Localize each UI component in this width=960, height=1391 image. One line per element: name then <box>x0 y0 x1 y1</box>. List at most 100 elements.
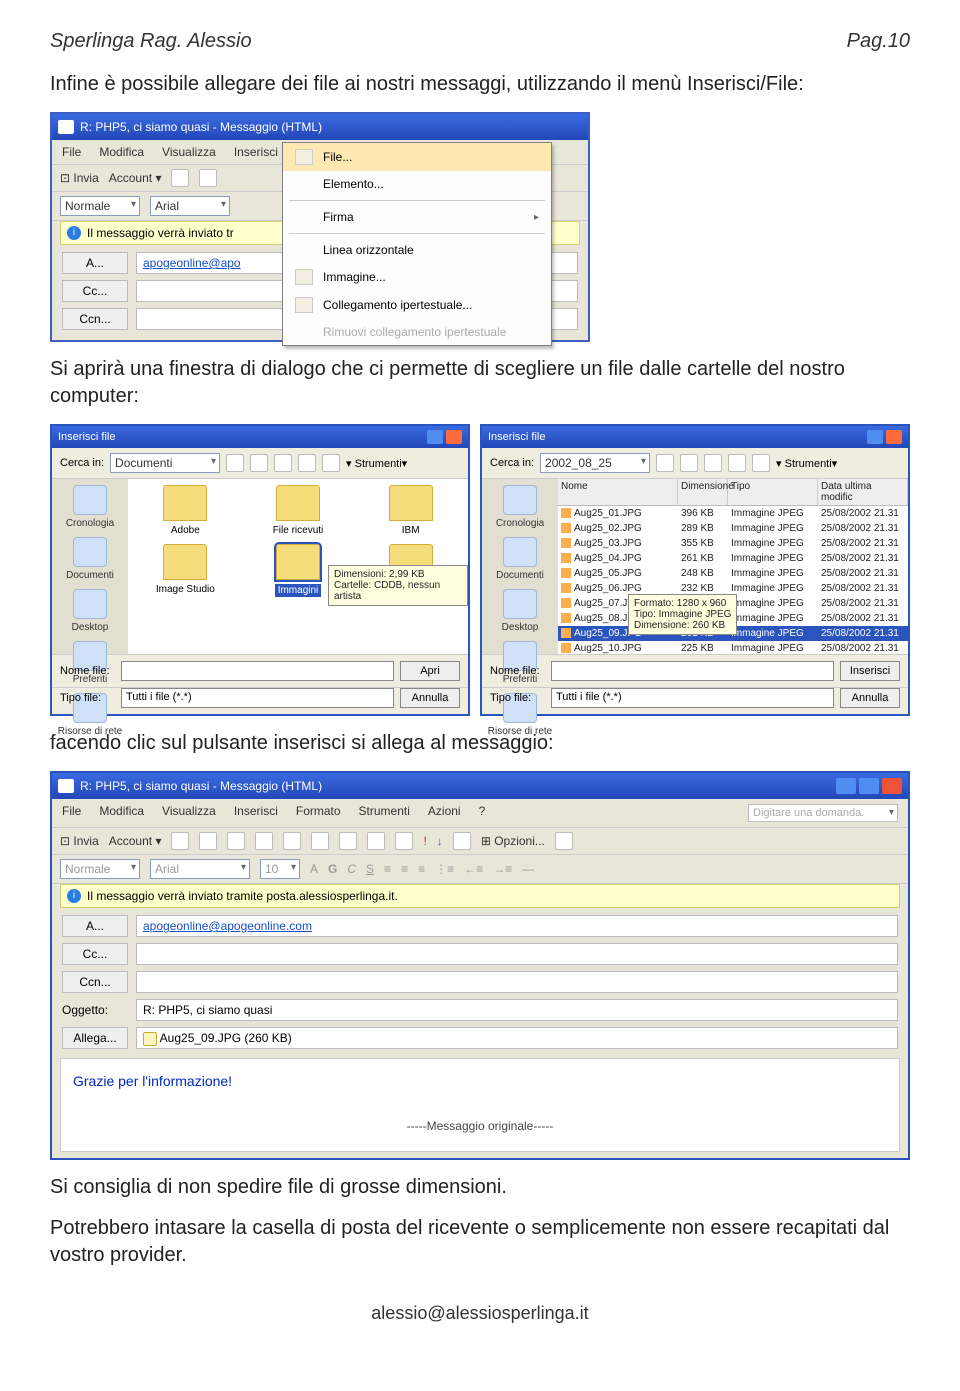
cc-button[interactable]: Cc... <box>62 280 128 302</box>
place-documents[interactable]: Documenti <box>66 537 114 581</box>
search-icon[interactable] <box>704 454 722 472</box>
print-icon[interactable] <box>199 169 217 187</box>
help-icon[interactable] <box>427 430 443 444</box>
style-dropdown[interactable]: Normale <box>60 196 140 216</box>
subject-field[interactable]: R: PHP5, ci siamo quasi <box>136 999 898 1021</box>
ccn-button[interactable]: Ccn... <box>62 308 128 330</box>
attach-field[interactable]: Aug25_09.JPG (260 KB) <box>136 1027 898 1049</box>
place-history[interactable]: Cronologia <box>66 485 114 529</box>
search-help-input[interactable]: Digitare una domanda. <box>748 804 898 822</box>
help-icon[interactable] <box>555 832 573 850</box>
signature-icon[interactable] <box>311 832 329 850</box>
menu-format[interactable]: Formato <box>296 804 341 822</box>
attach-button[interactable]: Allega... <box>62 1027 128 1049</box>
place-documents[interactable]: Documenti <box>496 537 544 581</box>
paste-icon[interactable] <box>283 832 301 850</box>
cut-icon[interactable] <box>227 832 245 850</box>
file-row[interactable]: Aug25_03.JPG355 KBImmagine JPEG25/08/200… <box>558 536 908 551</box>
addressbook-icon[interactable] <box>367 832 385 850</box>
menu-item-elemento[interactable]: Elemento... <box>283 171 551 197</box>
up-icon[interactable] <box>250 454 268 472</box>
font-dropdown[interactable]: Arial <box>150 196 230 216</box>
close-icon[interactable] <box>886 430 902 444</box>
send-button[interactable]: ⊡ Invia <box>60 834 99 848</box>
place-desktop[interactable]: Desktop <box>72 589 109 633</box>
menu-item-link[interactable]: Collegamento ipertestuale... <box>283 291 551 319</box>
folder-item[interactable]: File ricevuti <box>247 485 350 536</box>
cc-button[interactable]: Cc... <box>62 943 128 965</box>
tools-dropdown[interactable]: ▾ Strumenti▾ <box>346 457 407 470</box>
message-body[interactable]: Grazie per l'informazione! -----Messaggi… <box>60 1058 900 1152</box>
menu-item-file[interactable]: File... <box>283 143 551 171</box>
place-favorites[interactable]: Preferiti <box>503 641 537 685</box>
print-icon[interactable] <box>199 832 217 850</box>
menu-bar[interactable]: File Modifica Visualizza Inserisci Forma… <box>52 799 908 828</box>
ccn-button[interactable]: Ccn... <box>62 971 128 993</box>
menu-help[interactable]: ? <box>479 804 486 822</box>
menu-view[interactable]: Visualizza <box>162 804 216 822</box>
column-headers[interactable]: NomeDimensioneTipoData ultima modific <box>558 479 908 506</box>
menu-actions[interactable]: Azioni <box>428 804 461 822</box>
close-icon[interactable] <box>882 778 902 794</box>
lookin-dropdown[interactable]: Documenti <box>110 453 220 473</box>
tools-dropdown[interactable]: ▾ Strumenti▾ <box>776 457 837 470</box>
to-button[interactable]: A... <box>62 915 128 937</box>
file-row[interactable]: Aug25_01.JPG396 KBImmagine JPEG25/08/200… <box>558 506 908 521</box>
file-row[interactable]: Aug25_05.JPG248 KBImmagine JPEG25/08/200… <box>558 566 908 581</box>
cc-field[interactable] <box>136 943 898 965</box>
back-icon[interactable] <box>226 454 244 472</box>
file-row[interactable]: Aug25_02.JPG289 KBImmagine JPEG25/08/200… <box>558 521 908 536</box>
open-button[interactable]: Apri <box>400 661 460 681</box>
checknames-icon[interactable] <box>395 832 413 850</box>
delete-icon[interactable] <box>728 454 746 472</box>
flag-icon[interactable] <box>453 832 471 850</box>
options-button[interactable]: ⊞ Opzioni... <box>481 834 545 848</box>
folder-pane[interactable]: Adobe File ricevuti IBM Image Studio Imm… <box>128 479 468 654</box>
file-row[interactable]: Aug25_04.JPG261 KBImmagine JPEG25/08/200… <box>558 551 908 566</box>
place-history[interactable]: Cronologia <box>496 485 544 529</box>
place-favorites[interactable]: Preferiti <box>73 641 107 685</box>
menu-edit[interactable]: Modifica <box>99 804 144 822</box>
folder-item[interactable]: IBM <box>359 485 462 536</box>
send-button[interactable]: ⊡ Invia <box>60 171 99 185</box>
menu-insert[interactable]: Inserisci <box>234 145 278 159</box>
insert-button[interactable]: Inserisci <box>840 661 900 681</box>
copy-icon[interactable] <box>255 832 273 850</box>
maximize-icon[interactable] <box>859 778 879 794</box>
file-list-pane[interactable]: NomeDimensioneTipoData ultima modific Au… <box>558 479 908 654</box>
filetype-dropdown[interactable]: Tutti i file (*.*) <box>121 688 394 708</box>
delete-icon[interactable] <box>298 454 316 472</box>
filename-input[interactable] <box>121 661 394 681</box>
minimize-icon[interactable] <box>836 778 856 794</box>
save-icon[interactable] <box>171 832 189 850</box>
menu-item-firma[interactable]: Firma▸ <box>283 204 551 230</box>
menu-item-immagine[interactable]: Immagine... <box>283 263 551 291</box>
menu-item-linea[interactable]: Linea orizzontale <box>283 237 551 263</box>
menu-file[interactable]: File <box>62 804 81 822</box>
search-icon[interactable] <box>274 454 292 472</box>
lookin-dropdown[interactable]: 2002_08_25 <box>540 453 650 473</box>
menu-file[interactable]: File <box>62 145 81 159</box>
folder-item[interactable]: Image Studio <box>134 544 237 597</box>
folder-item[interactable]: Adobe <box>134 485 237 536</box>
up-icon[interactable] <box>680 454 698 472</box>
account-dropdown[interactable]: Account ▾ <box>109 171 162 185</box>
cancel-button[interactable]: Annulla <box>400 688 460 708</box>
cancel-button[interactable]: Annulla <box>840 688 900 708</box>
paperclip-icon[interactable] <box>339 832 357 850</box>
filename-input[interactable] <box>551 661 834 681</box>
save-icon[interactable] <box>171 169 189 187</box>
views-icon[interactable] <box>752 454 770 472</box>
place-desktop[interactable]: Desktop <box>502 589 539 633</box>
views-icon[interactable] <box>322 454 340 472</box>
close-icon[interactable] <box>446 430 462 444</box>
file-row[interactable]: Aug25_10.JPG225 KBImmagine JPEG25/08/200… <box>558 641 908 654</box>
menu-tools[interactable]: Strumenti <box>359 804 410 822</box>
account-dropdown[interactable]: Account ▾ <box>109 834 162 848</box>
help-icon[interactable] <box>867 430 883 444</box>
ccn-field[interactable] <box>136 971 898 993</box>
to-field[interactable]: apogeonline@apogeonline.com <box>136 915 898 937</box>
to-button[interactable]: A... <box>62 252 128 274</box>
menu-edit[interactable]: Modifica <box>99 145 144 159</box>
menu-view[interactable]: Visualizza <box>162 145 216 159</box>
